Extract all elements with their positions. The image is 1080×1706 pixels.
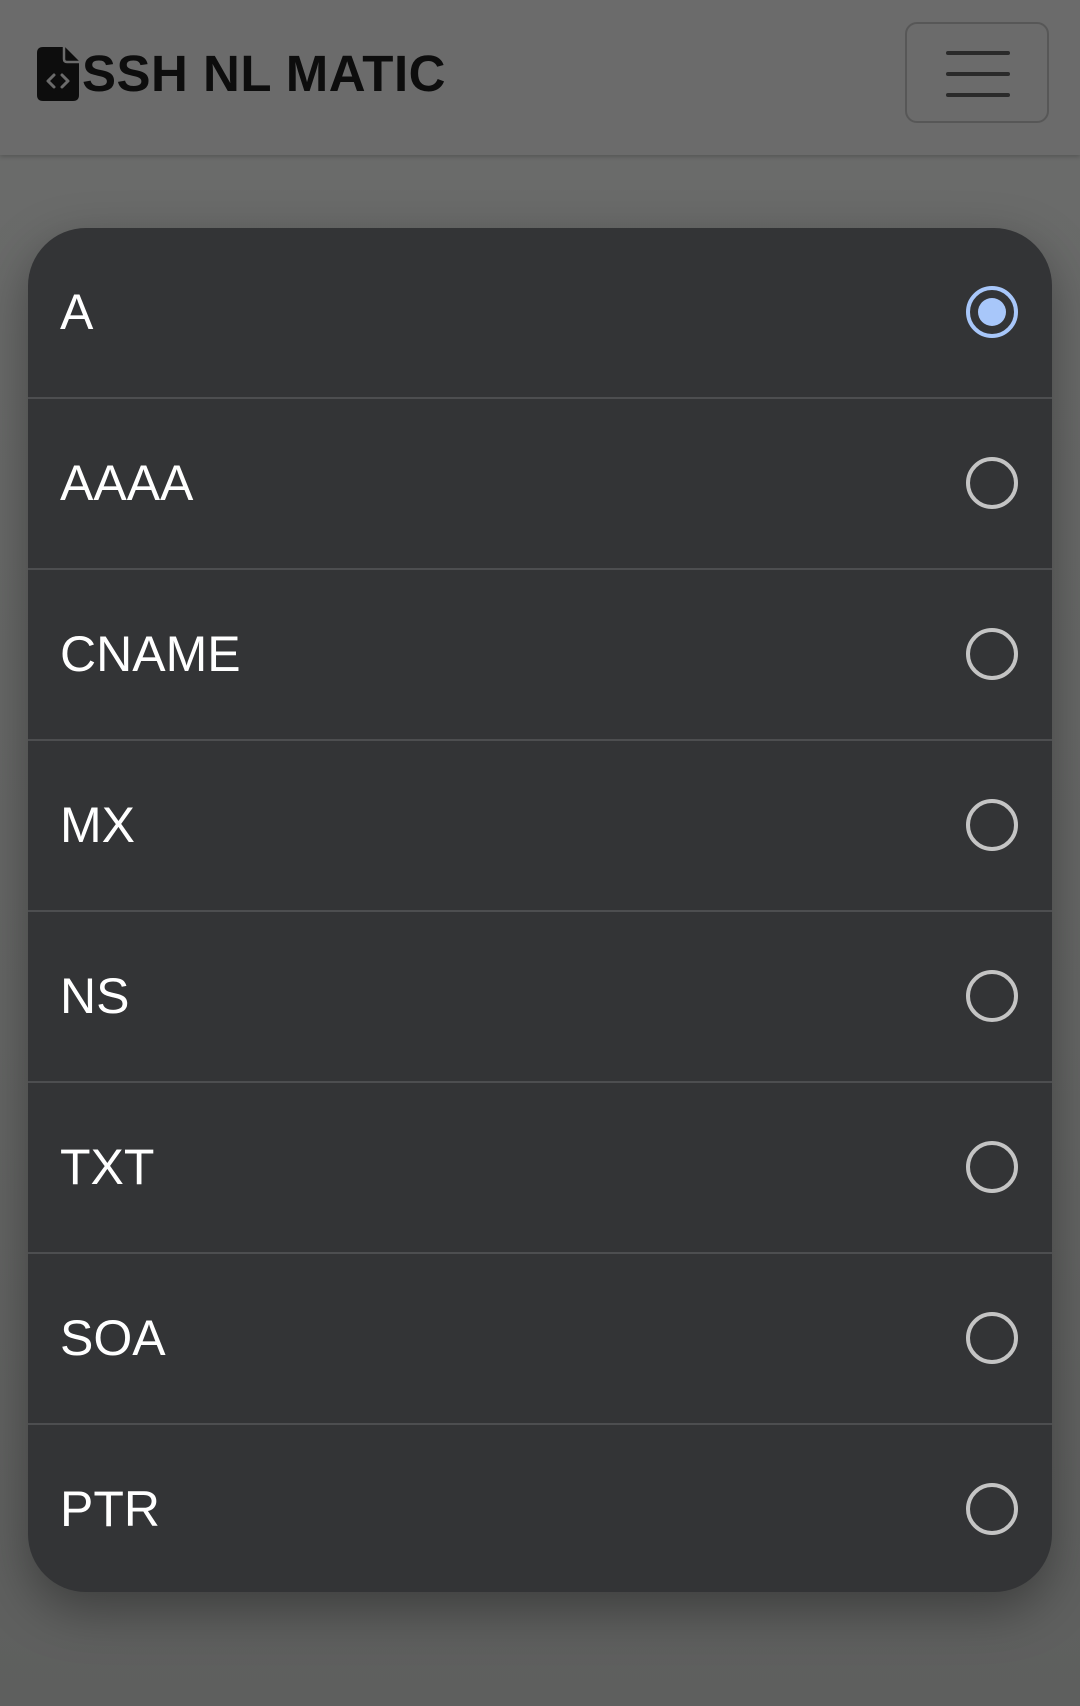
option-label: AAAA [60, 455, 194, 511]
option-label: NS [60, 968, 130, 1024]
option-label: TXT [60, 1139, 155, 1195]
radio-unchecked-icon[interactable] [966, 1312, 1018, 1364]
radio-checked-icon[interactable] [966, 286, 1018, 338]
radio-unchecked-icon[interactable] [966, 970, 1018, 1022]
option-label: A [60, 284, 94, 340]
radio-unchecked-icon[interactable] [966, 1141, 1018, 1193]
option-txt[interactable]: TXT [28, 1083, 1052, 1254]
menu-toggle-button[interactable] [905, 22, 1049, 123]
option-soa[interactable]: SOA [28, 1254, 1052, 1425]
radio-unchecked-icon[interactable] [966, 799, 1018, 851]
option-ptr[interactable]: PTR [28, 1425, 1052, 1592]
option-aaaa[interactable]: AAAA [28, 399, 1052, 570]
option-label: SOA [60, 1310, 166, 1366]
option-label: PTR [60, 1481, 160, 1537]
hamburger-menu-icon [946, 51, 1010, 97]
option-ns[interactable]: NS [28, 912, 1052, 1083]
file-code-icon [37, 47, 79, 101]
option-label: MX [60, 797, 135, 853]
option-label: CNAME [60, 626, 241, 682]
navbar: SSH NL MATIC [0, 0, 1080, 155]
brand-link[interactable]: SSH NL MATIC [37, 42, 446, 106]
option-cname[interactable]: CNAME [28, 570, 1052, 741]
record-type-dialog: A AAAA CNAME MX NS TXT SOA PTR [28, 228, 1052, 1592]
radio-unchecked-icon[interactable] [966, 628, 1018, 680]
radio-unchecked-icon[interactable] [966, 457, 1018, 509]
option-a[interactable]: A [28, 228, 1052, 399]
option-mx[interactable]: MX [28, 741, 1052, 912]
brand-title: SSH NL MATIC [82, 45, 446, 102]
radio-unchecked-icon[interactable] [966, 1483, 1018, 1535]
